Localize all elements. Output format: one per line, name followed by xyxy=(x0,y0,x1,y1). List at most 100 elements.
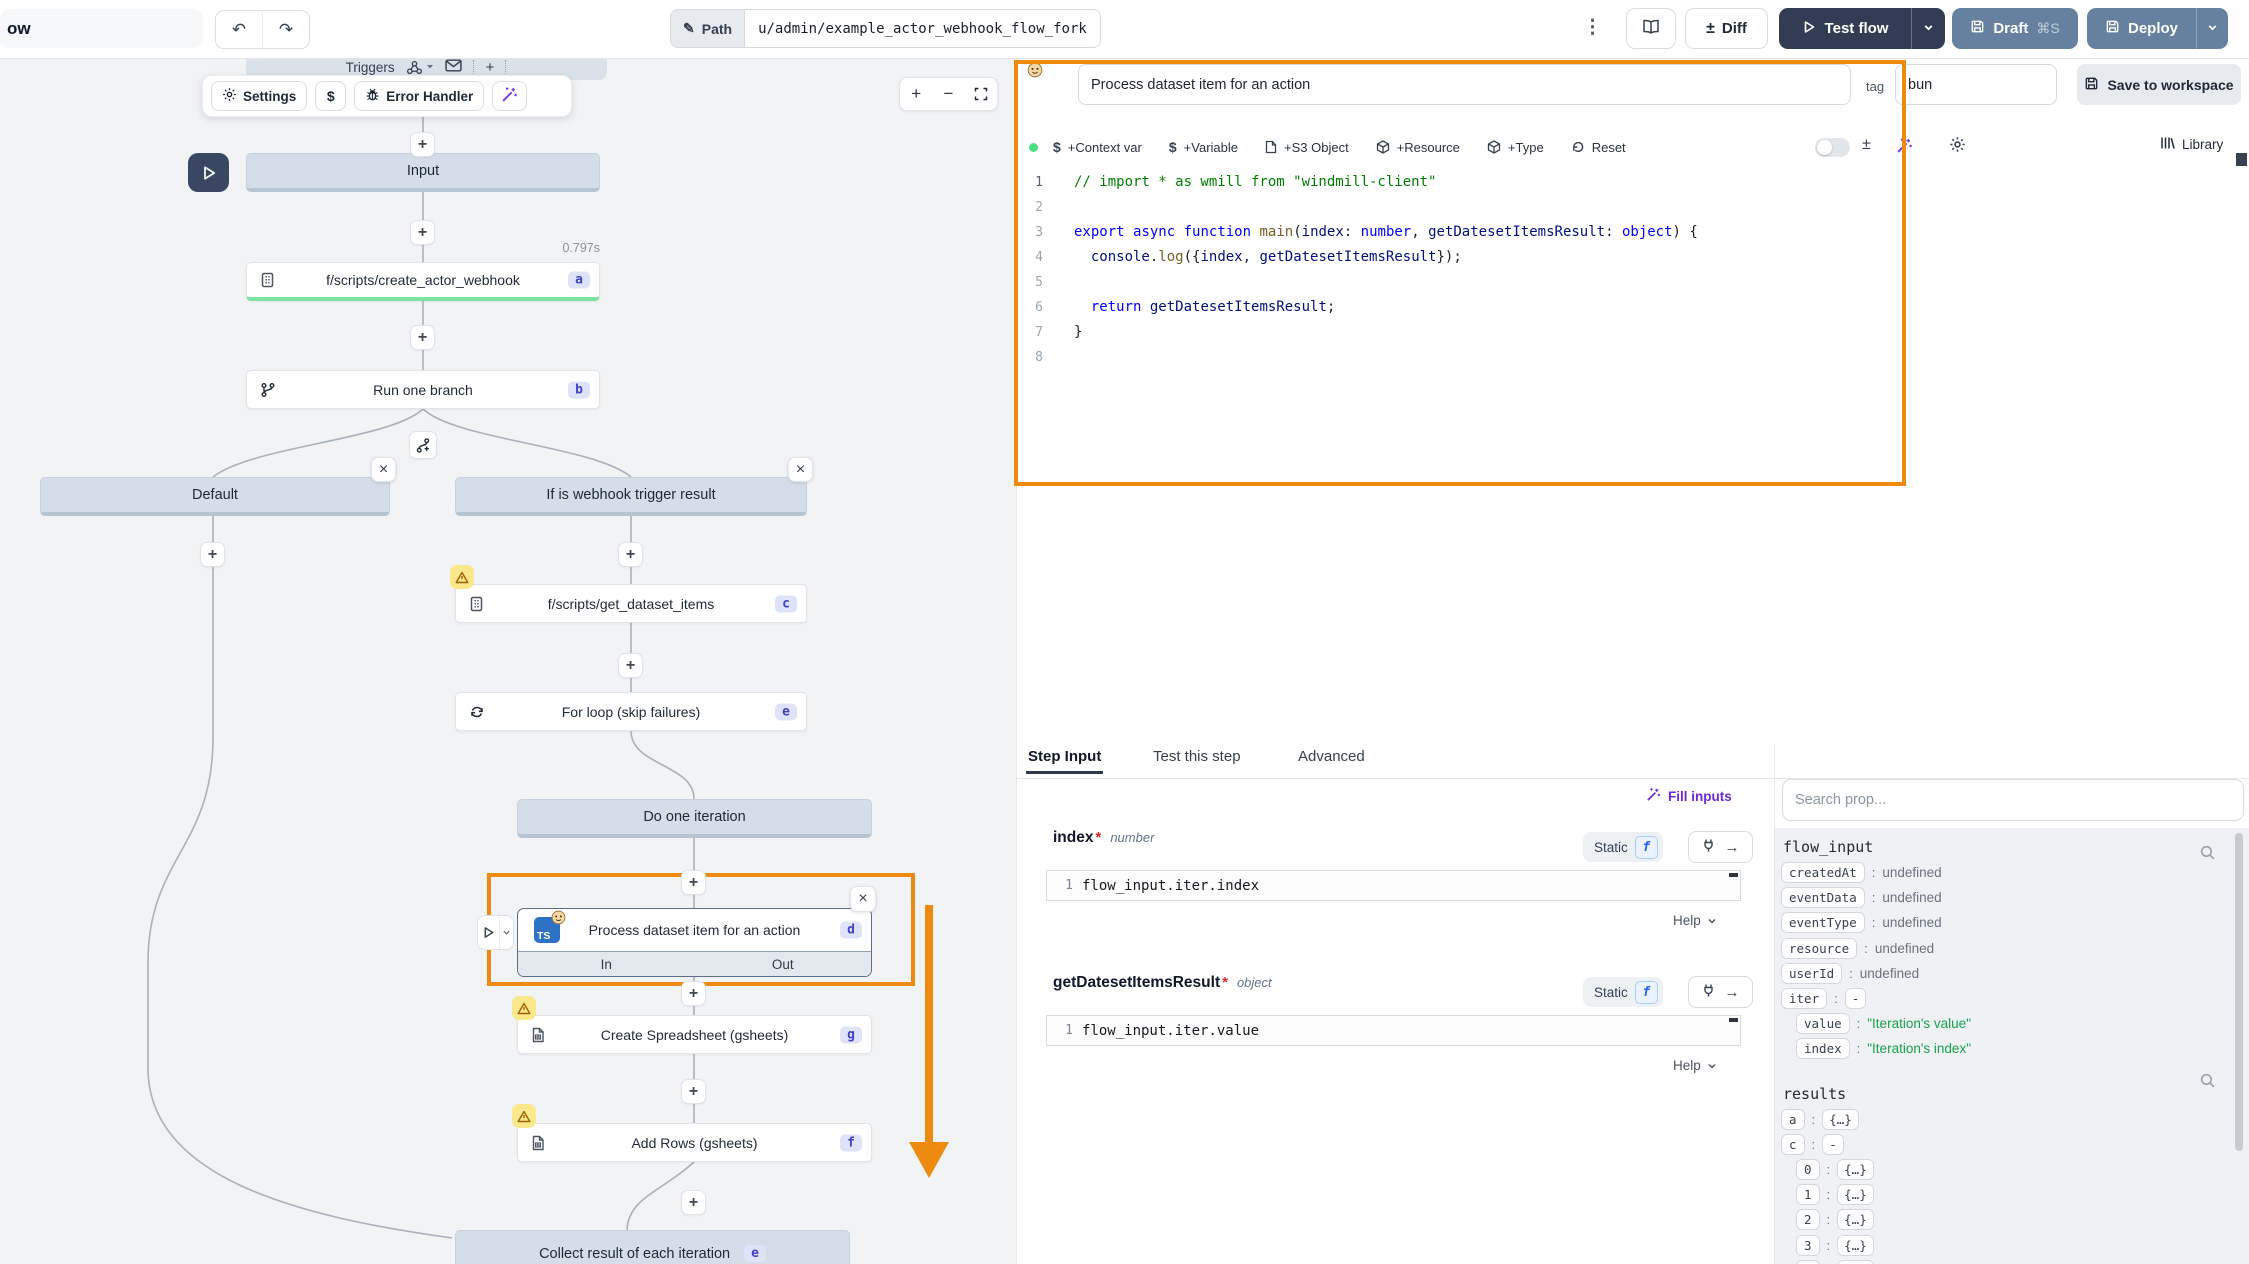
prop-value[interactable]: {…} xyxy=(1837,1235,1874,1256)
deploy-button[interactable]: Deploy xyxy=(2087,8,2228,49)
email-trigger-icon[interactable] xyxy=(445,59,462,75)
static-mode-toggle[interactable]: Static f xyxy=(1583,977,1663,1007)
add-step-button[interactable]: + xyxy=(200,542,225,567)
static-mode-toggle[interactable]: Static f xyxy=(1583,832,1663,862)
expr-input-index[interactable]: 1 flow_input.iter.index xyxy=(1046,870,1741,901)
chevron-down-icon[interactable] xyxy=(500,916,513,949)
add-step-button[interactable]: + xyxy=(681,1190,706,1215)
zoom-out-button[interactable]: − xyxy=(932,78,964,110)
prop-value[interactable]: - xyxy=(1845,988,1867,1009)
flow-node-collect-result[interactable]: Collect result of each iteration e xyxy=(455,1230,850,1264)
add-step-button[interactable]: + xyxy=(681,981,706,1006)
editor-toolbar-item[interactable]: +S3 Object xyxy=(1265,140,1349,155)
editor-toolbar-item[interactable]: $+Variable xyxy=(1169,139,1238,155)
prop-key-pill[interactable]: eventType xyxy=(1781,912,1865,933)
function-mode-icon[interactable]: f xyxy=(1635,836,1658,859)
prop-value[interactable]: {…} xyxy=(1837,1159,1874,1180)
flow-summary-input[interactable]: ow xyxy=(0,9,203,48)
error-handler-button[interactable]: Error Handler xyxy=(354,81,484,111)
prop-key-pill[interactable]: 3 xyxy=(1796,1235,1820,1256)
editor-toolbar-item[interactable]: +Type xyxy=(1487,140,1544,155)
library-button[interactable]: Library xyxy=(2160,136,2223,153)
flow-settings-button[interactable]: Settings xyxy=(211,81,307,111)
add-branch-button[interactable] xyxy=(409,431,437,459)
code-editor[interactable]: 1// import * as wmill from "windmill-cli… xyxy=(1017,170,2232,370)
tag-input[interactable] xyxy=(1895,64,2057,105)
undo-button[interactable]: ↶ xyxy=(216,11,262,48)
flow-node-input[interactable]: Input xyxy=(246,153,600,192)
prop-key-pill[interactable]: userId xyxy=(1781,963,1842,984)
fit-view-button[interactable] xyxy=(965,78,997,110)
add-step-button[interactable]: + xyxy=(410,132,435,157)
flow-node-get-dataset-items[interactable]: f/scripts/get_dataset_items c xyxy=(455,584,807,623)
add-step-button[interactable]: + xyxy=(681,1079,706,1104)
prop-key-pill[interactable]: 0 xyxy=(1796,1159,1820,1180)
add-trigger-button[interactable]: + xyxy=(486,59,495,76)
path-value-input[interactable]: u/admin/example_actor_webhook_flow_fork xyxy=(744,9,1101,48)
expr-input-getdatesetitemsresult[interactable]: 1 flow_input.iter.value xyxy=(1046,1015,1741,1046)
step-title-input[interactable] xyxy=(1078,64,1851,105)
warning-icon[interactable] xyxy=(450,565,474,589)
editor-toolbar-item[interactable]: $+Context var xyxy=(1053,139,1142,155)
prop-key-pill[interactable]: iter xyxy=(1781,988,1827,1009)
tab-advanced[interactable]: Advanced xyxy=(1298,748,1365,765)
prop-key-pill[interactable]: 2 xyxy=(1796,1209,1820,1230)
prop-value[interactable]: {…} xyxy=(1837,1209,1874,1230)
add-step-button[interactable]: + xyxy=(410,220,435,245)
flow-node-process-item-selected[interactable]: TS Process dataset item for an action d … xyxy=(517,908,872,977)
flow-node-do-one-iteration[interactable]: Do one iteration xyxy=(517,799,872,838)
test-flow-button[interactable]: Test flow xyxy=(1779,8,1945,49)
run-from-step-button[interactable] xyxy=(477,915,514,950)
save-to-workspace-button[interactable]: Save to workspace xyxy=(2077,64,2241,105)
flow-node-branch-if-webhook[interactable]: If is webhook trigger result xyxy=(455,477,807,516)
add-step-button[interactable]: + xyxy=(618,542,643,567)
connect-input-buttons[interactable]: → xyxy=(1688,831,1753,863)
draft-button[interactable]: Draft ⌘S xyxy=(1952,8,2078,49)
search-icon[interactable] xyxy=(2199,1072,2216,1094)
editor-toolbar-item[interactable]: +Resource xyxy=(1376,140,1460,155)
flow-node-add-rows[interactable]: Add Rows (gsheets) f xyxy=(517,1123,872,1162)
add-step-button[interactable]: + xyxy=(681,870,706,895)
help-link[interactable]: Help xyxy=(1673,913,1717,928)
gear-icon[interactable] xyxy=(1949,136,1966,158)
flow-node-branch-default[interactable]: Default xyxy=(40,477,390,516)
tab-test-this-step[interactable]: Test this step xyxy=(1153,748,1241,765)
function-mode-icon[interactable]: f xyxy=(1635,981,1658,1004)
prop-key-pill[interactable]: index xyxy=(1796,1038,1850,1059)
prop-value[interactable]: {…} xyxy=(1837,1260,1874,1264)
warning-icon[interactable] xyxy=(512,1104,536,1128)
redo-button[interactable]: ↷ xyxy=(262,11,309,48)
prop-value[interactable]: - xyxy=(1822,1134,1844,1155)
editor-toggle[interactable] xyxy=(1815,138,1850,157)
run-flow-button[interactable] xyxy=(188,153,229,192)
editor-toolbar-item[interactable]: Reset xyxy=(1571,140,1626,155)
prop-value[interactable]: {…} xyxy=(1837,1184,1874,1205)
play-icon[interactable] xyxy=(478,916,500,949)
props-scrollbar[interactable] xyxy=(2235,833,2243,1151)
flow-node-run-one-branch[interactable]: Run one branch b xyxy=(246,370,600,409)
connect-input-buttons[interactable]: → xyxy=(1688,976,1753,1008)
docs-button[interactable] xyxy=(1626,8,1676,49)
zoom-in-button[interactable]: + xyxy=(900,78,932,110)
prop-key-pill[interactable]: resource xyxy=(1781,938,1857,959)
deploy-dropdown[interactable] xyxy=(2197,20,2228,37)
props-panel[interactable]: flow_inputcreatedAt:undefinedeventData:u… xyxy=(1775,828,2249,1264)
diff-toggle-icon[interactable]: ± xyxy=(1862,136,1871,154)
help-link[interactable]: Help xyxy=(1673,1058,1717,1073)
prop-value[interactable]: {…} xyxy=(1822,1109,1859,1130)
flow-node-create-spreadsheet[interactable]: Create Spreadsheet (gsheets) g xyxy=(517,1015,872,1054)
search-icon[interactable] xyxy=(2199,844,2216,866)
variables-button[interactable]: $ xyxy=(315,81,346,111)
add-step-button[interactable]: + xyxy=(618,653,643,678)
close-icon[interactable]: × xyxy=(850,886,876,912)
node-input-pill[interactable]: In xyxy=(518,952,695,977)
test-flow-dropdown[interactable] xyxy=(1912,20,1945,37)
prop-key-pill[interactable]: value xyxy=(1796,1013,1850,1034)
prop-key-pill[interactable]: a xyxy=(1781,1109,1805,1130)
diff-button[interactable]: ± Diff xyxy=(1685,8,1768,49)
magic-wand-icon[interactable] xyxy=(1896,137,1913,159)
prop-key-pill[interactable]: c xyxy=(1781,1134,1805,1155)
tab-step-input[interactable]: Step Input xyxy=(1028,748,1101,765)
flow-node-for-loop[interactable]: For loop (skip failures) e xyxy=(455,692,807,731)
fill-inputs-button[interactable]: Fill inputs xyxy=(1646,787,1732,805)
